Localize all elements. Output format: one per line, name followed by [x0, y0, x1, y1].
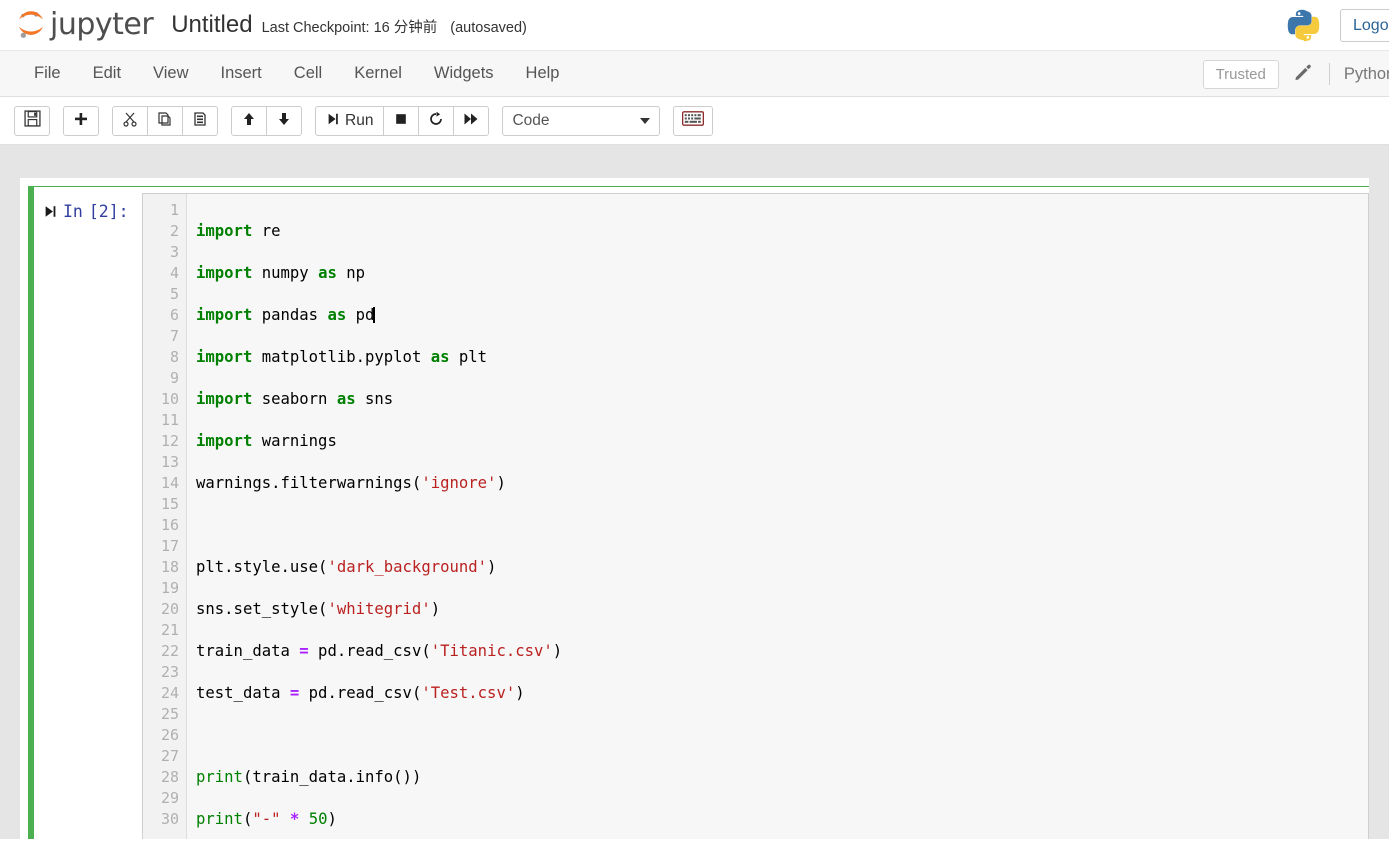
- paste-icon: [192, 111, 208, 131]
- toolbar-group-run: Run: [315, 106, 489, 136]
- logout-button[interactable]: Logout: [1340, 9, 1389, 42]
- menu-file[interactable]: File: [18, 58, 77, 89]
- save-button[interactable]: [14, 106, 50, 136]
- cut-button[interactable]: [112, 106, 148, 136]
- code-source[interactable]: import re import numpy as np import pand…: [187, 194, 1368, 839]
- play-step-icon[interactable]: [44, 204, 57, 223]
- save-floppy-icon: [24, 110, 41, 131]
- interrupt-kernel-button[interactable]: [383, 106, 419, 136]
- arrow-down-icon: [276, 111, 292, 131]
- input-prompt-label: In: [63, 202, 83, 221]
- code-line: import re: [196, 221, 1368, 242]
- code-line: import seaborn as sns: [196, 389, 1368, 410]
- code-line: test_data = pd.read_csv('Test.csv'): [196, 683, 1368, 704]
- restart-kernel-button[interactable]: [418, 106, 454, 136]
- code-line: warnings.filterwarnings('ignore'): [196, 473, 1368, 494]
- arrow-up-icon: [241, 111, 257, 131]
- copy-button[interactable]: [147, 106, 183, 136]
- run-button-label: Run: [345, 112, 373, 130]
- menubar-right-group: Trusted Python 3: [1203, 51, 1389, 97]
- execution-count: [2]:: [89, 202, 129, 221]
- code-line: print("-" * 50): [196, 809, 1368, 830]
- toolbar-group-save: [14, 106, 50, 136]
- toolbar-group-insert: [63, 106, 99, 136]
- menu-insert[interactable]: Insert: [205, 58, 278, 89]
- menu-kernel[interactable]: Kernel: [338, 58, 418, 89]
- menu-cell[interactable]: Cell: [278, 58, 338, 89]
- code-line: plt.style.use('dark_background'): [196, 557, 1368, 578]
- cell-type-select[interactable]: Code: [502, 106, 660, 136]
- restart-circle-icon: [428, 111, 444, 131]
- kernel-indicator-name: Python 3: [1344, 65, 1389, 84]
- move-cell-up-button[interactable]: [231, 106, 267, 136]
- insert-cell-below-button[interactable]: [63, 106, 99, 136]
- notebook-name[interactable]: Untitled: [171, 11, 252, 39]
- notebook-scroll-container[interactable]: In [2]: 123 456 789 101112 131415 161718…: [0, 145, 1389, 839]
- notebook-toolbar: Run: [0, 97, 1389, 145]
- code-cell-inner: In [2]: 123 456 789 101112 131415 161718…: [34, 193, 1369, 839]
- input-prompt[interactable]: In [2]:: [34, 193, 142, 839]
- code-line: [196, 725, 1368, 746]
- plus-icon: [73, 111, 89, 131]
- code-line: train_data = pd.read_csv('Titanic.csv'): [196, 641, 1368, 662]
- menu-widgets[interactable]: Widgets: [418, 58, 510, 89]
- command-palette-button[interactable]: [673, 106, 713, 136]
- menubar-divider: [1329, 63, 1330, 85]
- last-checkpoint-label: Last Checkpoint: 16 分钟前: [262, 16, 438, 37]
- code-line: import warnings: [196, 431, 1368, 452]
- line-number-gutter: 123 456 789 101112 131415 161718 192021 …: [143, 194, 187, 839]
- run-button[interactable]: Run: [315, 106, 384, 136]
- code-editor[interactable]: 123 456 789 101112 131415 161718 192021 …: [142, 193, 1369, 839]
- copy-icon: [157, 111, 173, 131]
- menubar: File Edit View Insert Cell Kernel Widget…: [0, 51, 1389, 97]
- notebook-title-block: Untitled Last Checkpoint: 16 分钟前 (autosa…: [171, 11, 527, 39]
- menu-view[interactable]: View: [137, 58, 204, 89]
- code-line: [196, 515, 1368, 536]
- fast-forward-icon: [463, 111, 479, 131]
- move-cell-down-button[interactable]: [266, 106, 302, 136]
- code-line: print(train_data.info()): [196, 767, 1368, 788]
- menu-help[interactable]: Help: [510, 58, 576, 89]
- run-step-icon: [326, 112, 340, 130]
- pencil-icon[interactable]: [1279, 64, 1329, 84]
- restart-run-all-button[interactable]: [453, 106, 489, 136]
- code-cell[interactable]: In [2]: 123 456 789 101112 131415 161718…: [28, 186, 1369, 839]
- jupyter-wordmark: jupyter: [50, 10, 153, 40]
- python-logo-icon: [1285, 7, 1340, 44]
- menu-edit[interactable]: Edit: [77, 58, 137, 89]
- notebook-header: jupyter Untitled Last Checkpoint: 16 分钟前…: [0, 0, 1389, 51]
- chevron-down-icon: [640, 118, 650, 124]
- keyboard-icon: [682, 111, 704, 131]
- cell-type-value: Code: [512, 112, 549, 130]
- code-line: import matplotlib.pyplot as plt: [196, 347, 1368, 368]
- trusted-indicator[interactable]: Trusted: [1203, 60, 1279, 89]
- autosave-status: (autosaved): [450, 20, 527, 36]
- header-right-group: Logout: [1285, 0, 1389, 51]
- code-cell-input-row: In [2]: 123 456 789 101112 131415 161718…: [34, 193, 1369, 839]
- paste-button[interactable]: [182, 106, 218, 136]
- toolbar-group-clipboard: [112, 106, 218, 136]
- toolbar-group-move: [231, 106, 302, 136]
- scissors-icon: [122, 111, 138, 131]
- code-line: import numpy as np: [196, 263, 1368, 284]
- text-cursor: [373, 307, 375, 323]
- code-line: sns.set_style('whitegrid'): [196, 599, 1368, 620]
- code-line: import pandas as pd: [196, 305, 1368, 326]
- stop-square-icon: [394, 112, 408, 130]
- jupyter-logo-link[interactable]: jupyter: [14, 8, 153, 42]
- notebook-page: In [2]: 123 456 789 101112 131415 161718…: [20, 178, 1369, 839]
- jupyter-logo-icon: [14, 8, 48, 42]
